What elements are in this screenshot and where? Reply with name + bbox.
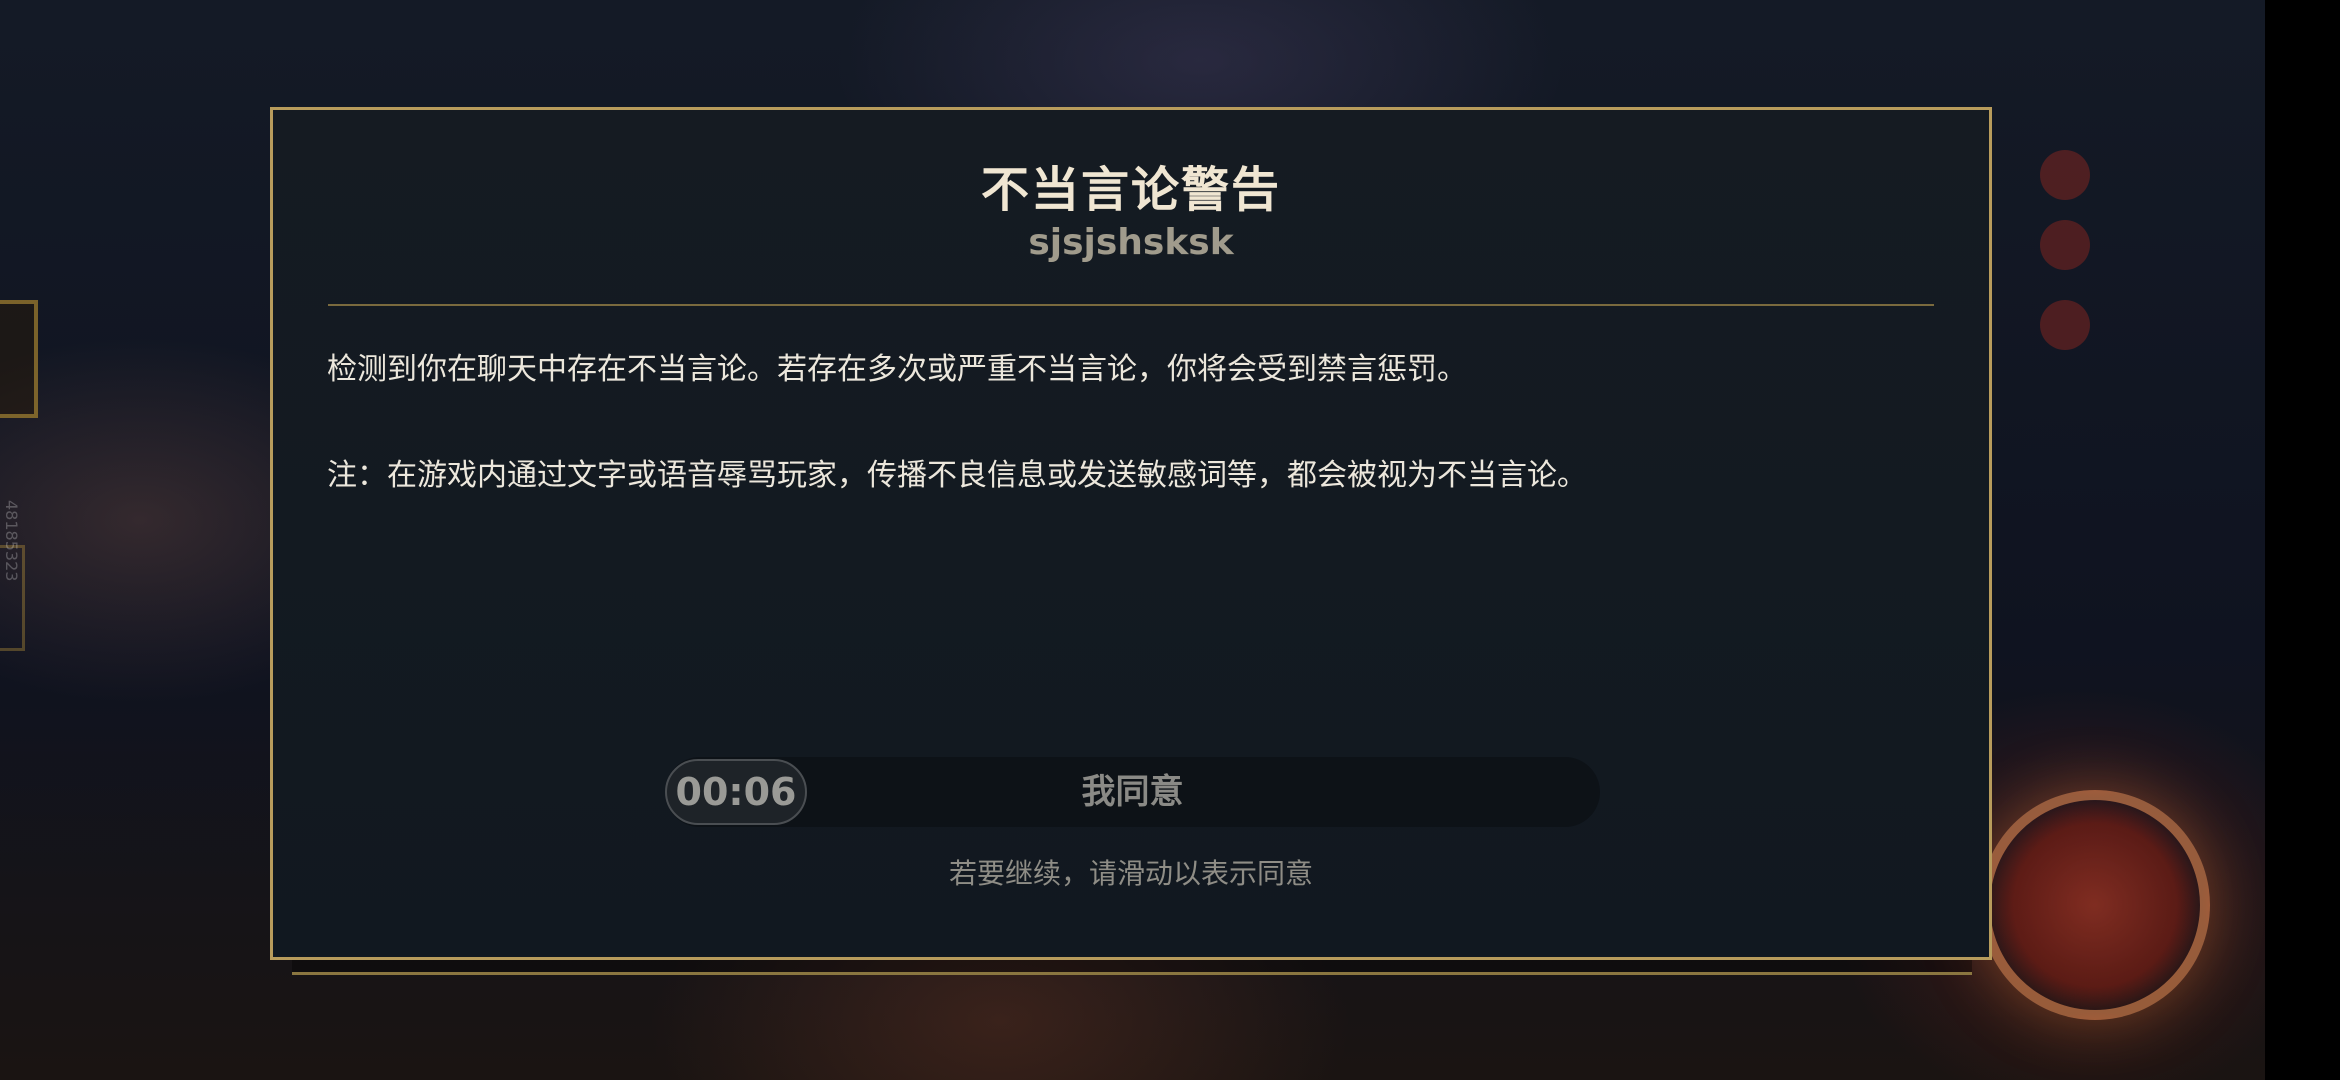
side-id-text: 48185323 <box>2 500 21 582</box>
background-lantern <box>2040 220 2090 270</box>
warning-dialog: 不当言论警告 sjsjshsksk 检测到你在聊天中存在不当言论。若存在多次或严… <box>270 107 1992 960</box>
background-ornament <box>0 300 38 418</box>
divider <box>328 304 1934 306</box>
right-black-bar <box>2265 0 2340 1080</box>
background-lantern <box>2040 150 2090 200</box>
slider-thumb-timer[interactable]: 00:06 <box>665 759 807 825</box>
agree-slider[interactable]: 我同意 00:06 <box>665 757 1600 827</box>
game-screen: 48185323 不当言论警告 sjsjshsksk 检测到你在聊天中存在不当言… <box>0 0 2340 1080</box>
player-name: sjsjshsksk <box>1028 222 1234 263</box>
warning-note: 注：在游戏内通过文字或语音辱骂玩家，传播不良信息或发送敏感词等，都会被视为不当言… <box>327 458 1587 493</box>
background-orb <box>1980 790 2210 1020</box>
slide-hint: 若要继续，请滑动以表示同意 <box>948 857 1313 890</box>
background-lantern <box>2040 300 2090 350</box>
dialog-title: 不当言论警告 <box>980 162 1281 218</box>
warning-message: 检测到你在聊天中存在不当言论。若存在多次或严重不当言论，你将会受到禁言惩罚。 <box>327 352 1467 387</box>
